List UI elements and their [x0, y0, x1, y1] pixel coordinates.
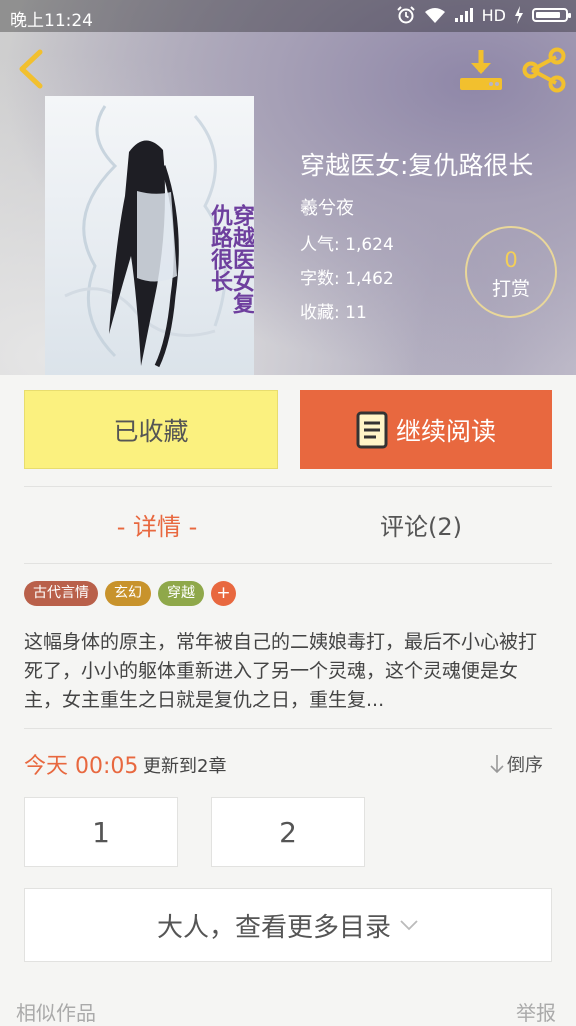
more-catalog-label: 大人，查看更多目录 — [156, 912, 391, 943]
tab-comments[interactable]: 评论(2) — [314, 507, 528, 542]
book-description[interactable]: 这幅身体的原主，常年被自己的二姨娘毒打，最后不小心被打死了，小小的躯体重新进入了… — [24, 628, 554, 715]
continue-reading-label: 继续阅读 — [395, 416, 496, 446]
book-icon — [356, 411, 388, 448]
sort-label: 倒序 — [507, 755, 543, 776]
book-author[interactable]: 羲兮夜 — [300, 194, 354, 220]
cover-title-text: 穿越医女复仇路很长 — [207, 204, 254, 314]
more-catalog-button[interactable]: 大人，查看更多目录 — [24, 888, 552, 962]
update-time: 今天 00:05 — [24, 754, 139, 779]
chevron-down-icon — [400, 920, 418, 931]
update-text: 更新到2章 — [143, 756, 227, 777]
back-icon[interactable] — [14, 48, 50, 90]
chapter-number: 2 — [279, 815, 297, 849]
book-header: 晚上11:24 HD 穿越医女复仇路很长 穿越医女:复仇路很长 羲兮夜 人气: … — [0, 0, 576, 375]
reward-button[interactable]: 0 打赏 — [465, 226, 557, 318]
download-icon[interactable] — [458, 48, 504, 92]
arrow-down-icon — [490, 755, 504, 774]
popularity-stat: 人气: 1,624 — [300, 235, 394, 255]
divider — [24, 563, 552, 564]
collected-button[interactable]: 已收藏 — [24, 390, 278, 469]
tag-ancient-romance[interactable]: 古代言情 — [24, 581, 98, 606]
chapter-button-1[interactable]: 1 — [24, 797, 178, 867]
report-link[interactable]: 举报 — [516, 997, 556, 1026]
share-icon[interactable] — [520, 47, 568, 93]
divider — [24, 728, 552, 729]
book-title: 穿越医女:复仇路很长 — [300, 151, 534, 180]
status-bar: 晚上11:24 HD — [0, 0, 576, 32]
signal-icon — [454, 8, 473, 22]
continue-reading-button[interactable]: 继续阅读 — [300, 390, 552, 469]
sort-button[interactable]: 倒序 — [490, 751, 543, 777]
chapter-number: 1 — [92, 815, 110, 849]
tag-fantasy[interactable]: 玄幻 — [105, 581, 151, 606]
alarm-icon — [396, 6, 415, 24]
collected-label: 已收藏 — [113, 416, 189, 446]
tab-detail[interactable]: - 详情 - — [0, 507, 314, 542]
status-time: 晚上11:24 — [10, 11, 93, 31]
chapter-button-2[interactable]: 2 — [211, 797, 365, 867]
wifi-icon — [424, 8, 445, 23]
book-cover[interactable]: 穿越医女复仇路很长 — [45, 96, 254, 375]
status-icons: HD — [396, 5, 571, 25]
tag-time-travel[interactable]: 穿越 — [158, 581, 204, 606]
reward-count: 0 — [504, 248, 518, 272]
add-tag-button[interactable]: + — [211, 581, 236, 606]
tag-list: 古代言情 玄幻 穿越 + — [24, 581, 236, 606]
favorites-stat: 收藏: 11 — [300, 303, 367, 323]
divider — [24, 486, 552, 487]
word-count-stat: 字数: 1,462 — [300, 269, 394, 289]
similar-works-heading: 相似作品 — [16, 1001, 96, 1025]
battery-icon — [532, 8, 571, 22]
charging-icon — [515, 6, 523, 24]
reward-label: 打赏 — [491, 278, 530, 300]
network-type: HD — [481, 5, 506, 25]
